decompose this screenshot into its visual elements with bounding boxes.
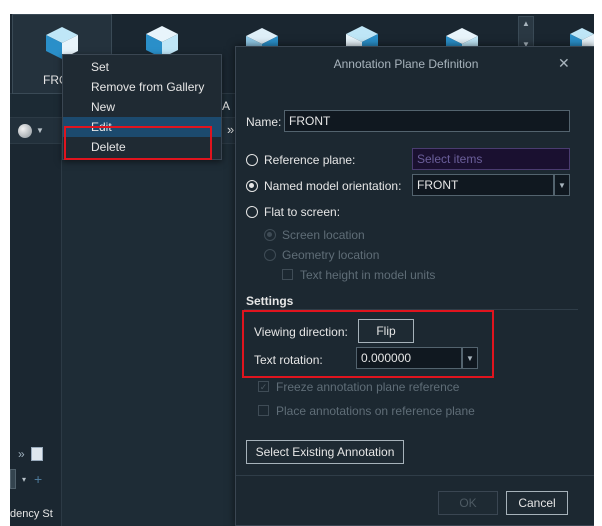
reference-plane-select[interactable]: Select items (412, 148, 570, 170)
left-panel-tools: » (10, 444, 66, 464)
geometry-location-radio[interactable] (264, 249, 276, 261)
scroll-up-icon[interactable]: ▲ (522, 19, 530, 28)
flat-to-screen-label: Flat to screen: (264, 205, 341, 219)
left-panel-label: dency St (10, 508, 53, 520)
geometry-location-label: Geometry location (282, 248, 380, 262)
close-icon[interactable]: ✕ (558, 55, 570, 72)
name-label: Name: (246, 115, 282, 129)
name-field[interactable]: FRONT (284, 110, 570, 132)
menu-item-set[interactable]: Set (63, 57, 221, 77)
settings-highlight-box (242, 310, 494, 378)
footer-divider (236, 475, 594, 476)
add-icon[interactable]: + (34, 471, 42, 487)
settings-heading: Settings (246, 294, 294, 308)
menu-item-remove-from-gallery[interactable]: Remove from Gallery (63, 77, 221, 97)
place-on-plane-checkbox[interactable] (258, 405, 269, 416)
chevron-down-icon[interactable]: ▼ (36, 126, 44, 135)
screen-location-radio[interactable] (264, 229, 276, 241)
reference-plane-label: Reference plane: (264, 153, 356, 167)
cancel-button[interactable]: Cancel (506, 491, 568, 515)
named-orientation-label: Named model orientation: (264, 179, 402, 193)
left-panel-input[interactable] (10, 469, 16, 489)
left-panel-field: ▾ + (10, 468, 66, 490)
toolbar-more-icon[interactable]: » (227, 122, 234, 137)
edit-highlight-box (64, 126, 212, 160)
freeze-plane-label: Freeze annotation plane reference (276, 380, 460, 394)
flat-to-screen-radio[interactable] (246, 206, 258, 218)
toolbar-cut-off-text: A (222, 99, 231, 113)
chevron-down-icon[interactable]: ▼ (554, 174, 570, 196)
document-icon[interactable] (30, 447, 43, 461)
ok-button[interactable]: OK (438, 491, 498, 515)
menu-item-new[interactable]: New (63, 97, 221, 117)
freeze-plane-checkbox[interactable]: ✓ (258, 381, 269, 392)
screen-location-label: Screen location (282, 228, 365, 242)
annotation-plane-dialog: Annotation Plane Definition ✕ Name: FRON… (235, 46, 594, 526)
place-on-plane-label: Place annotations on reference plane (276, 404, 475, 418)
text-height-checkbox[interactable] (282, 269, 293, 280)
text-height-label: Text height in model units (300, 268, 436, 282)
select-existing-annotation-button[interactable]: Select Existing Annotation (246, 440, 404, 464)
chevron-down-icon[interactable]: ▾ (22, 475, 26, 484)
appearance-sphere-icon[interactable] (18, 124, 32, 138)
app-window: FRO ▲ ▼ A ▼ » » ▾ + dency St Set Remove … (10, 14, 594, 526)
reference-plane-radio[interactable] (246, 154, 258, 166)
expand-more-icon[interactable]: » (18, 447, 25, 461)
dialog-title: Annotation Plane Definition (333, 57, 479, 71)
named-orientation-select[interactable]: FRONT (412, 174, 554, 196)
named-orientation-radio[interactable] (246, 180, 258, 192)
